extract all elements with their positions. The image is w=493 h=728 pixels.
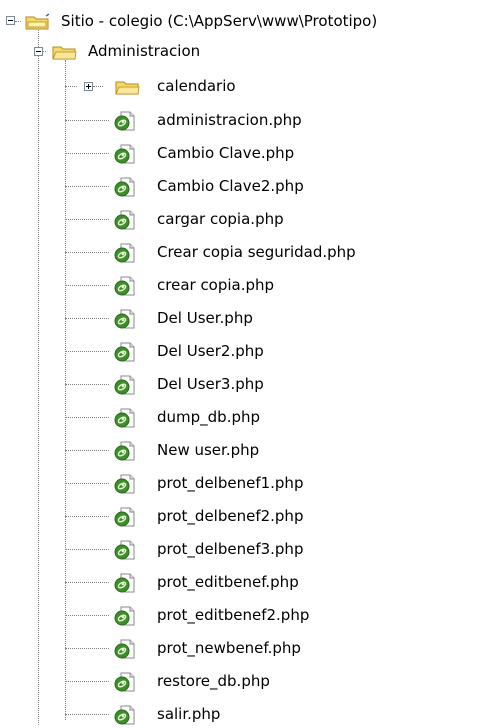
file-label: Del User3.php	[157, 375, 264, 393]
file-tree: Sitio - colegio (C:\AppServ\www\Prototip…	[0, 0, 493, 725]
php-file-icon	[114, 507, 135, 527]
file-label: prot_editbenef2.php	[157, 606, 310, 624]
file-label: Cambio Clave.php	[157, 144, 295, 162]
file-label: prot_delbenef2.php	[157, 507, 304, 525]
subfolder-label: calendario	[157, 77, 236, 95]
file-item[interactable]: Cambio Clave.php	[0, 139, 493, 167]
tree-node-folder[interactable]: Administracion	[0, 37, 493, 65]
php-file-icon	[114, 177, 135, 197]
root-label: Sitio - colegio (C:\AppServ\www\Prototip…	[61, 12, 378, 30]
expand-expander-icon[interactable]	[84, 82, 93, 91]
php-file-icon	[114, 210, 135, 230]
file-item[interactable]: cargar copia.php	[0, 205, 493, 233]
file-label: salir.php	[157, 705, 221, 723]
collapse-expander-icon[interactable]	[34, 47, 43, 56]
php-file-icon	[114, 441, 135, 461]
file-item[interactable]: Del User2.php	[0, 337, 493, 365]
file-label: prot_delbenef3.php	[157, 540, 304, 558]
file-label: Cambio Clave2.php	[157, 177, 304, 195]
file-item[interactable]: crear copia.php	[0, 271, 493, 299]
file-label: Del User.php	[157, 309, 253, 327]
file-item[interactable]: Cambio Clave2.php	[0, 172, 493, 200]
php-file-icon	[114, 573, 135, 593]
file-label: prot_editbenef.php	[157, 573, 299, 591]
file-label: crear copia.php	[157, 276, 275, 294]
folder-icon	[115, 81, 140, 95]
php-file-icon	[114, 705, 135, 725]
file-item[interactable]: salir.php	[0, 700, 493, 728]
collapse-expander-icon[interactable]	[6, 16, 15, 25]
file-item[interactable]: Del User.php	[0, 304, 493, 332]
file-label: dump_db.php	[157, 408, 261, 426]
file-label: New user.php	[157, 441, 260, 459]
file-label: restore_db.php	[157, 672, 270, 690]
folder-icon	[52, 46, 77, 60]
file-label: prot_newbenef.php	[157, 639, 301, 657]
file-item[interactable]: prot_delbenef3.php	[0, 535, 493, 563]
php-file-icon	[114, 309, 135, 329]
file-item[interactable]: prot_delbenef1.php	[0, 469, 493, 497]
file-label: administracion.php	[157, 111, 302, 129]
php-file-icon	[114, 243, 135, 263]
tree-node-subfolder[interactable]: calendario	[0, 72, 493, 100]
php-file-icon	[114, 276, 135, 296]
file-item[interactable]: Crear copia seguridad.php	[0, 238, 493, 266]
tree-node-root[interactable]: Sitio - colegio (C:\AppServ\www\Prototip…	[0, 7, 493, 35]
php-file-icon	[114, 111, 135, 131]
php-file-icon	[114, 606, 135, 626]
file-label: prot_delbenef1.php	[157, 474, 304, 492]
file-item[interactable]: prot_newbenef.php	[0, 634, 493, 662]
file-item[interactable]: Del User3.php	[0, 370, 493, 398]
file-label: Del User2.php	[157, 342, 264, 360]
file-item[interactable]: New user.php	[0, 436, 493, 464]
php-file-icon	[114, 540, 135, 560]
php-file-icon	[114, 672, 135, 692]
file-item[interactable]: prot_editbenef.php	[0, 568, 493, 596]
file-label: Crear copia seguridad.php	[157, 243, 356, 261]
php-file-icon	[114, 342, 135, 362]
file-item[interactable]: administracion.php	[0, 106, 493, 134]
file-item[interactable]: restore_db.php	[0, 667, 493, 695]
file-item[interactable]: prot_delbenef2.php	[0, 502, 493, 530]
file-item[interactable]: dump_db.php	[0, 403, 493, 431]
php-file-icon	[114, 375, 135, 395]
file-item[interactable]: prot_editbenef2.php	[0, 601, 493, 629]
php-file-icon	[114, 474, 135, 494]
folder-label: Administracion	[88, 42, 201, 60]
file-label: cargar copia.php	[157, 210, 284, 228]
php-file-icon	[114, 144, 135, 164]
php-file-icon	[114, 408, 135, 428]
site-folder-icon	[25, 13, 50, 30]
php-file-icon	[114, 639, 135, 659]
